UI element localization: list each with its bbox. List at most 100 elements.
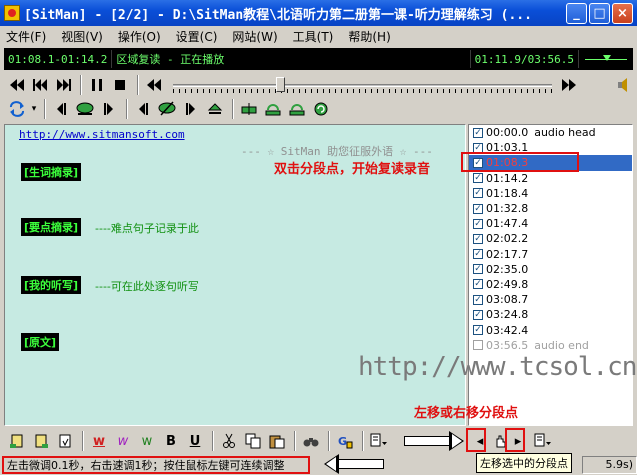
- maximize-button[interactable]: □: [589, 2, 610, 24]
- segment-checkbox[interactable]: ✓: [473, 279, 483, 290]
- insert-segment-icon[interactable]: [6, 430, 28, 452]
- rewind-icon[interactable]: [143, 74, 164, 96]
- next-icon[interactable]: [53, 74, 74, 96]
- segment-row[interactable]: ✓ 02:49.8: [469, 277, 632, 292]
- segment-forward-icon[interactable]: [98, 98, 120, 120]
- section-keypoints-tag: [要点摘录]: [21, 218, 82, 236]
- menu-operate[interactable]: 操作(O): [118, 28, 161, 45]
- segment-checkbox[interactable]: ✓: [473, 233, 483, 244]
- separator: [44, 99, 46, 119]
- section-original-tag: [原文]: [21, 333, 60, 351]
- menu-website[interactable]: 网站(W): [232, 28, 277, 45]
- doc-menu-icon[interactable]: [368, 430, 390, 452]
- segment-checkbox[interactable]: ✓: [473, 173, 483, 184]
- segment-time: 01:14.2: [486, 171, 529, 185]
- segment-row[interactable]: ✓ 03:24.8: [469, 307, 632, 322]
- menu-view[interactable]: 视图(V): [61, 28, 103, 45]
- segment-row[interactable]: ✓ 00:00.0 audio head: [469, 125, 632, 140]
- segment-row[interactable]: ✓ 02:35.0: [469, 262, 632, 277]
- segment-back-icon[interactable]: [50, 98, 72, 120]
- copy-icon[interactable]: [242, 430, 264, 452]
- split-icon[interactable]: [238, 98, 260, 120]
- annotation-box-left-button: [466, 428, 486, 452]
- slogan-banner: --- ☆ SitMan 助您征服外语 ☆ ---: [241, 145, 433, 158]
- cut-icon[interactable]: [218, 430, 240, 452]
- play-mode: 区域复读 - 正在播放: [112, 50, 471, 68]
- find-icon[interactable]: [300, 430, 322, 452]
- segment-row[interactable]: 03:56.5 audio end: [469, 338, 632, 353]
- pause-icon[interactable]: [86, 74, 107, 96]
- segment-checkbox[interactable]: ✓: [473, 127, 483, 138]
- rejoin-icon[interactable]: [286, 98, 308, 120]
- google-search-icon[interactable]: G: [334, 430, 356, 452]
- title-bar: [SitMan] - [2/2] - D:\SitMan教程\北语听力第二册第一…: [0, 0, 637, 26]
- segment-checkbox[interactable]: ✓: [473, 309, 483, 320]
- refresh-icon[interactable]: [310, 98, 332, 120]
- segment-checkbox[interactable]: ✓: [473, 188, 483, 199]
- segment-checkbox[interactable]: ✓: [473, 294, 483, 305]
- speaker-icon[interactable]: [614, 74, 635, 96]
- menu-file[interactable]: 文件(F): [6, 28, 46, 45]
- format-w-purple-button[interactable]: w: [112, 430, 134, 452]
- section-dictation-hint: ----可在此处逐句听写: [95, 280, 199, 293]
- previous-icon[interactable]: [29, 74, 50, 96]
- seek-slider[interactable]: [172, 74, 553, 96]
- hand-edit-icon[interactable]: [54, 430, 76, 452]
- segment-time: 03:08.7: [486, 293, 529, 307]
- segment-label: audio head: [534, 126, 596, 140]
- status-hint: 左击微调0.1秒，右击速调1秒；按住鼠标左键可连续调整: [2, 455, 310, 474]
- paste-icon[interactable]: [266, 430, 288, 452]
- segment-checkbox[interactable]: ✓: [473, 264, 483, 275]
- website-link[interactable]: http://www.sitmansoft.com: [19, 128, 185, 141]
- segment-row[interactable]: ✓ 01:47.4: [469, 216, 632, 231]
- segment-row[interactable]: ✓ 02:17.7: [469, 247, 632, 262]
- segment-back-2-icon[interactable]: [132, 98, 154, 120]
- segment-row[interactable]: ✓ 01:32.8: [469, 201, 632, 216]
- chevron-down-icon[interactable]: ▾: [30, 98, 38, 120]
- compare-icon[interactable]: [156, 98, 178, 120]
- segment-forward-2-icon[interactable]: [180, 98, 202, 120]
- menu-help[interactable]: 帮助(H): [348, 28, 390, 45]
- close-button[interactable]: ×: [612, 2, 633, 24]
- format-w-green-button[interactable]: w: [136, 430, 158, 452]
- fast-forward-icon[interactable]: [558, 74, 579, 96]
- segment-time: 03:24.8: [486, 308, 529, 322]
- segment-row[interactable]: ✓ 03:42.4: [469, 322, 632, 337]
- list-menu-icon[interactable]: [532, 430, 554, 452]
- move-left-tooltip: 左移选中的分段点: [476, 453, 572, 473]
- segment-checkbox[interactable]: [473, 340, 483, 351]
- segment-time: 02:02.2: [486, 232, 529, 246]
- menu-tools[interactable]: 工具(T): [293, 28, 334, 45]
- bold-button[interactable]: B: [160, 430, 182, 452]
- stop-icon[interactable]: [110, 74, 131, 96]
- segment-checkbox[interactable]: ✓: [473, 249, 483, 260]
- segment-row[interactable]: ✓ 03:08.7: [469, 292, 632, 307]
- delete-segment-icon[interactable]: [30, 430, 52, 452]
- svg-text:G: G: [338, 435, 347, 448]
- segment-checkbox[interactable]: ✓: [473, 203, 483, 214]
- loop-icon[interactable]: [6, 98, 28, 120]
- segment-checkbox[interactable]: ✓: [473, 218, 483, 229]
- seek-thumb[interactable]: [275, 77, 285, 92]
- eject-icon[interactable]: [204, 98, 226, 120]
- segment-row[interactable]: ✓ 01:18.4: [469, 186, 632, 201]
- menu-settings[interactable]: 设置(C): [176, 28, 218, 45]
- annotation-move-segment: 左移或右移分段点: [414, 406, 519, 421]
- annotation-arrow-right-icon: [404, 431, 464, 451]
- skip-back-icon[interactable]: [6, 74, 27, 96]
- record-repeat-icon[interactable]: [74, 98, 96, 120]
- format-w-red-button[interactable]: w: [88, 430, 110, 452]
- segment-checkbox[interactable]: ✓: [473, 325, 483, 336]
- app-icon: [4, 5, 20, 21]
- underline-button[interactable]: U: [184, 430, 206, 452]
- segment-time: 01:47.4: [486, 217, 529, 231]
- play-position: 01:11.9/03:56.5: [471, 50, 579, 68]
- minimize-button[interactable]: _: [566, 2, 587, 24]
- merge-icon[interactable]: [262, 98, 284, 120]
- segment-row[interactable]: ✓ 02:02.2: [469, 231, 632, 246]
- annotation-box-right-button: [505, 428, 525, 452]
- segment-row[interactable]: ✓ 01:14.2: [469, 171, 632, 186]
- volume-meter-icon: [579, 50, 633, 68]
- annotation-double-click: 双击分段点，开始复读录音: [274, 162, 431, 177]
- annotation-arrow-left-icon: [324, 454, 384, 474]
